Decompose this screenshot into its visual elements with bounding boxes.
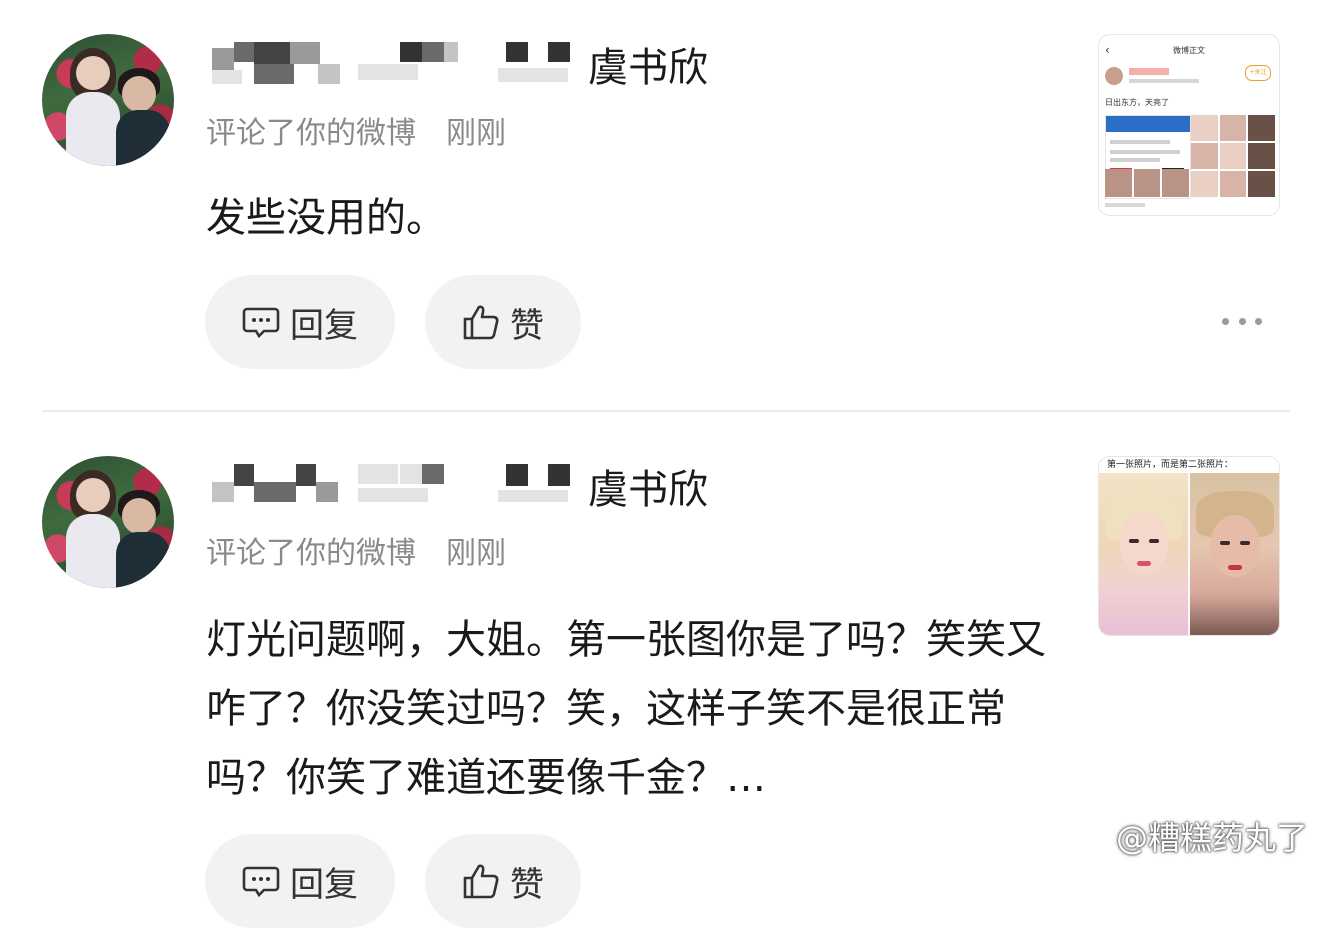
comment-meta: 评论了你的微博 刚刚 xyxy=(206,114,506,154)
post-thumbnail[interactable]: 第一张照片，而是第二张照片： xyxy=(1098,456,1280,636)
avatar[interactable] xyxy=(42,34,174,166)
photo-right xyxy=(1190,473,1279,635)
action-text: 评论了你的微博 xyxy=(206,536,416,571)
watermark: @糟糕药丸了 xyxy=(1068,813,1308,859)
comment-bubble-icon xyxy=(242,307,280,339)
like-label: 赞 xyxy=(510,305,544,346)
like-button[interactable]: 赞 xyxy=(425,275,581,369)
comment-text: 发些没用的。 xyxy=(206,195,446,241)
thumbnail-title: 微博正文 xyxy=(1173,46,1205,55)
watermark-text: @糟糕药丸了 xyxy=(1115,819,1308,857)
thumbnail-caption: 第一张照片，而是第二张照片： xyxy=(1099,457,1279,473)
thumbs-up-icon xyxy=(463,305,499,340)
username-line[interactable]: 虞书欣 xyxy=(208,460,808,520)
timestamp: 刚刚 xyxy=(446,536,506,571)
like-button[interactable]: 赞 xyxy=(425,834,581,928)
comment-bubble-icon xyxy=(242,866,280,898)
avatar[interactable] xyxy=(42,456,174,588)
action-text: 评论了你的微博 xyxy=(206,116,416,151)
timestamp: 刚刚 xyxy=(446,116,506,151)
thumbnail-line: 日出东方，天亮了 xyxy=(1105,98,1169,107)
comment-meta: 评论了你的微博 刚刚 xyxy=(206,534,506,574)
comment-item: 虞书欣 评论了你的微博 刚刚 发些没用的。 回复 赞 ‹ 微博正文 +关注 日出东… xyxy=(0,0,1320,410)
divider xyxy=(42,410,1290,412)
more-dots-icon[interactable] xyxy=(1222,308,1262,334)
username-line[interactable]: 虞书欣 xyxy=(208,38,808,98)
username[interactable]: 虞书欣 xyxy=(588,462,708,518)
post-thumbnail[interactable]: ‹ 微博正文 +关注 日出东方，天亮了 xyxy=(1098,34,1280,216)
photo-left xyxy=(1099,473,1188,635)
reply-label: 回复 xyxy=(290,864,358,905)
reply-label: 回复 xyxy=(290,305,358,346)
weibo-logo-icon xyxy=(1068,820,1110,853)
username[interactable]: 虞书欣 xyxy=(588,40,708,96)
like-label: 赞 xyxy=(510,864,544,905)
reply-button[interactable]: 回复 xyxy=(205,275,395,369)
comment-text: 灯光问题啊，大姐。第一张图你是了吗？笑笑又咋了？你没笑过吗？笑，这样子笑不是很正… xyxy=(206,617,1046,801)
reply-button[interactable]: 回复 xyxy=(205,834,395,928)
comment-item: 虞书欣 评论了你的微博 刚刚 灯光问题啊，大姐。第一张图你是了吗？笑笑又咋了？你没… xyxy=(0,414,1320,928)
thumbs-up-icon xyxy=(463,864,499,899)
follow-badge: +关注 xyxy=(1245,65,1271,81)
